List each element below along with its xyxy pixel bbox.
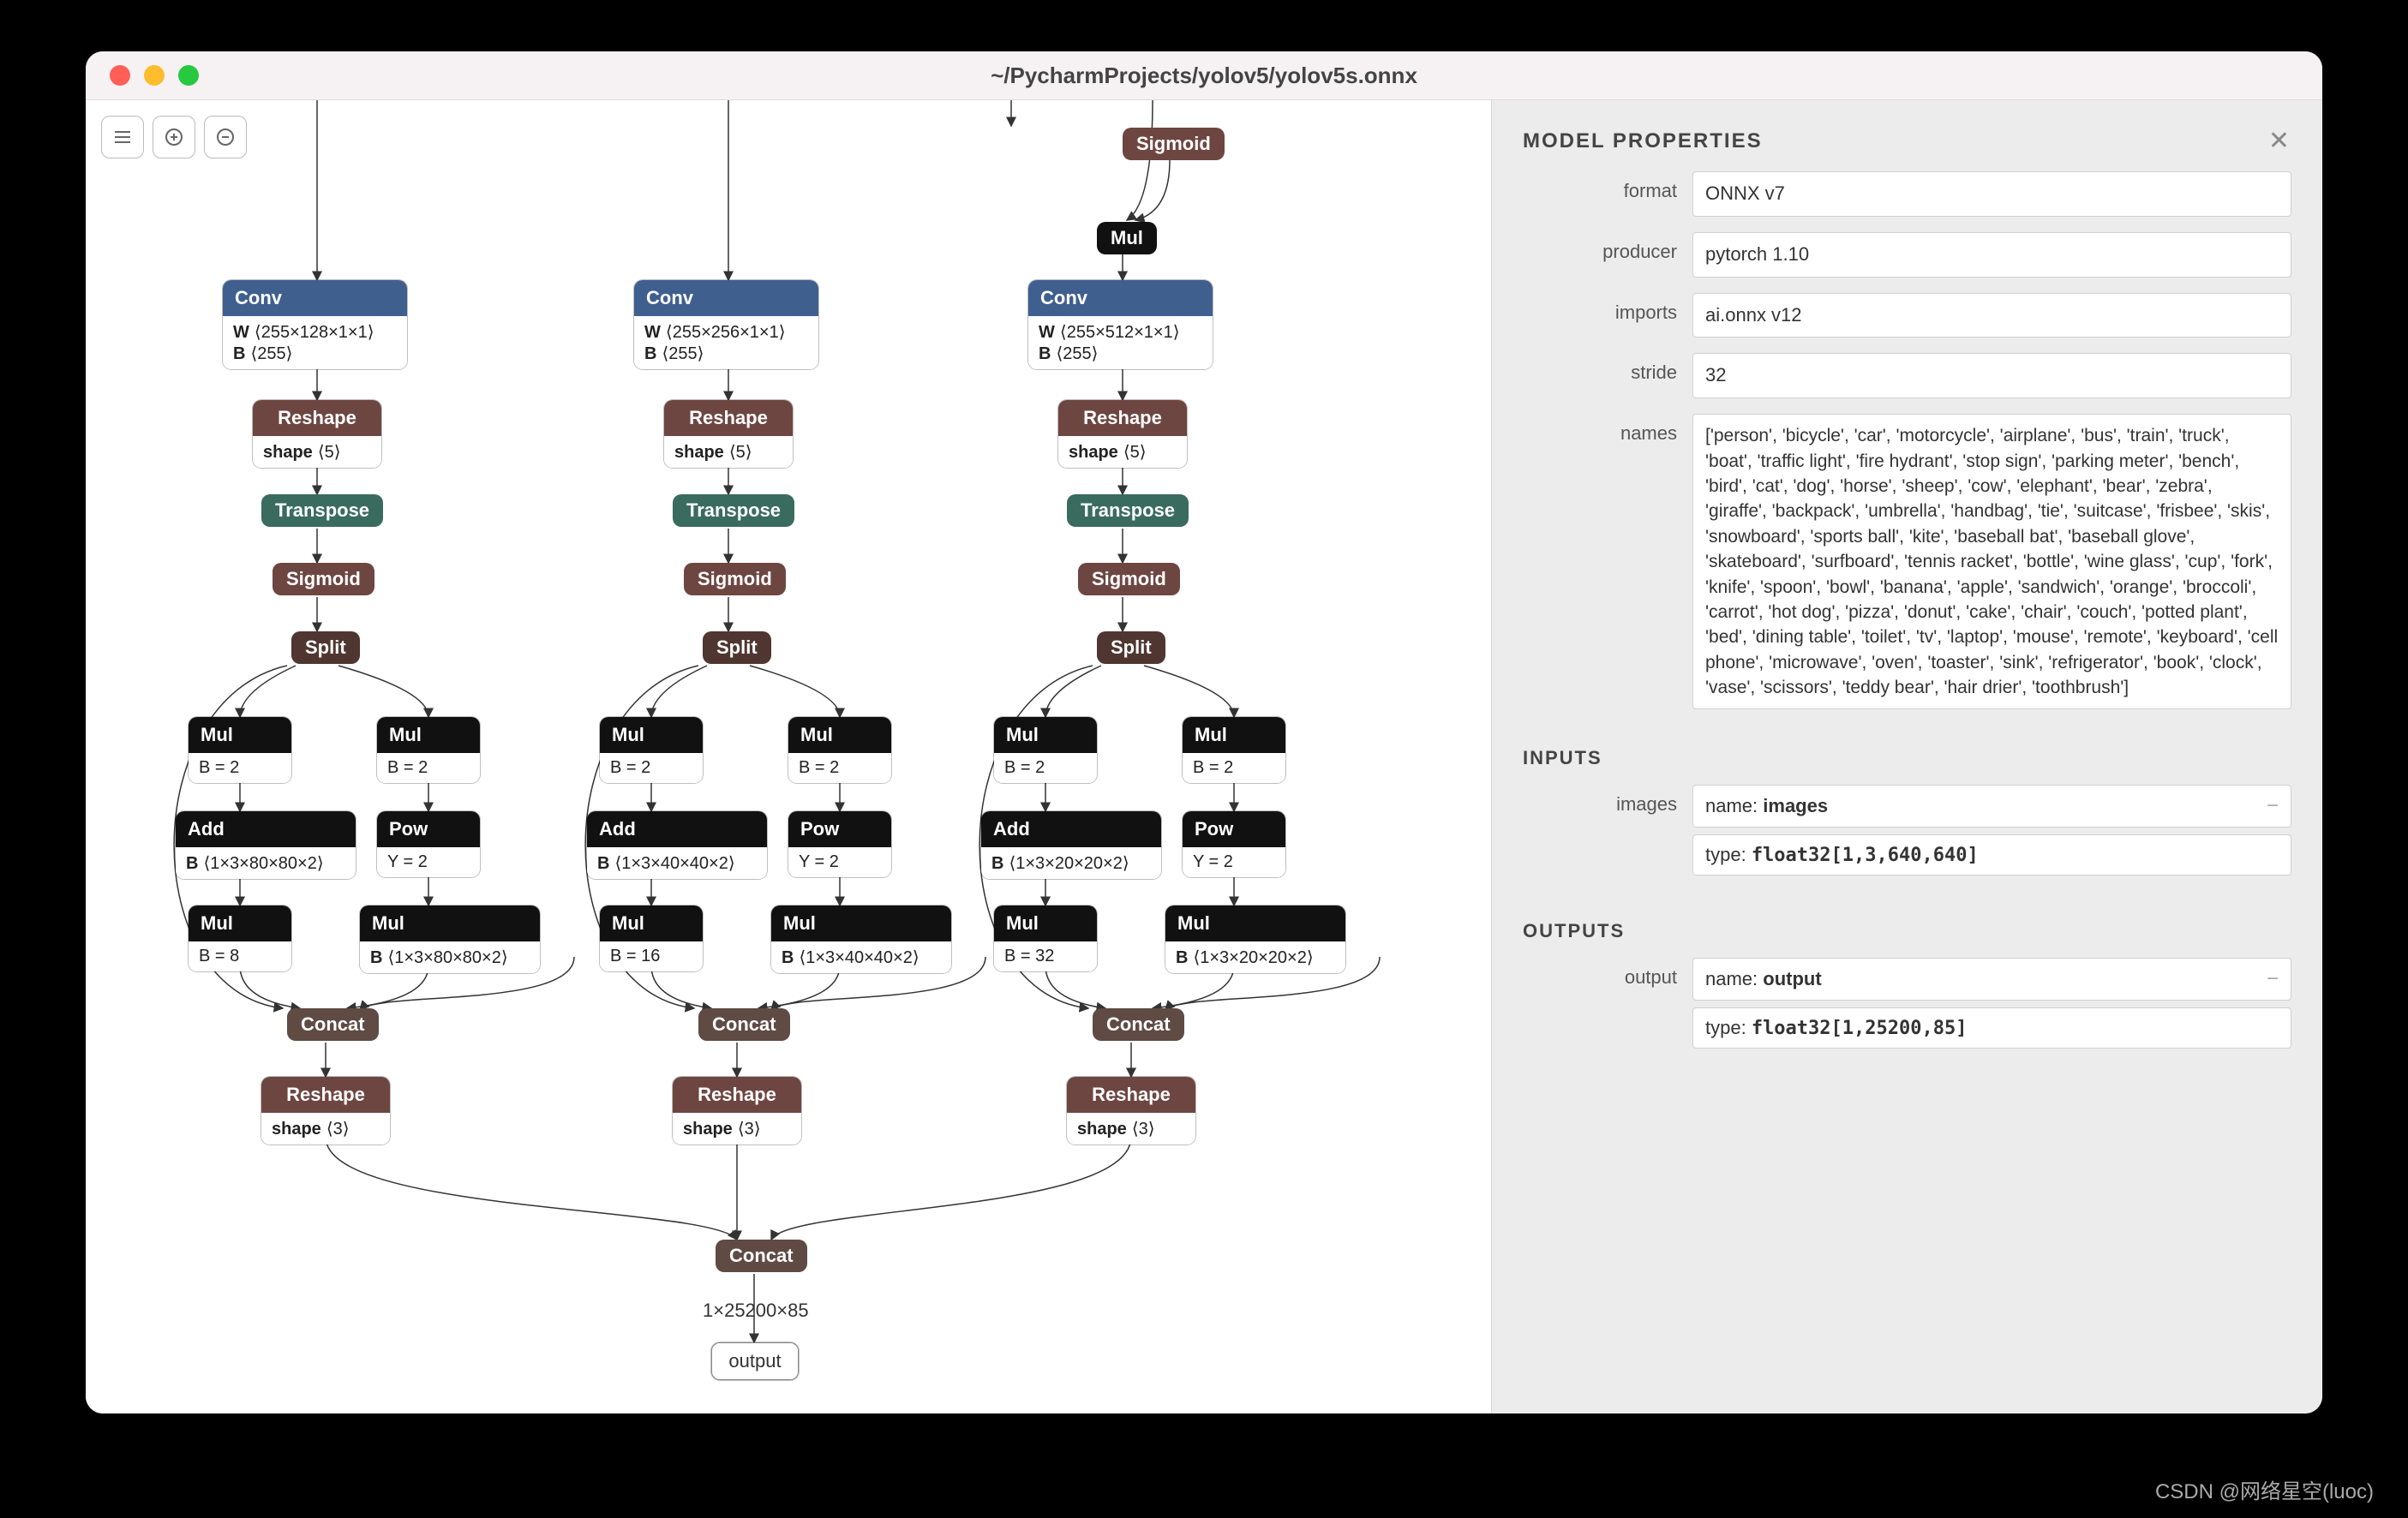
- zoom-in-button[interactable]: [153, 116, 195, 158]
- node-concat[interactable]: Concat: [698, 1008, 790, 1041]
- prop-label: format: [1523, 171, 1692, 202]
- node-concat-final[interactable]: Concat: [716, 1240, 807, 1272]
- node-mul[interactable]: MulB⟨1×3×40×40×2⟩: [771, 905, 951, 973]
- node-conv[interactable]: Conv W⟨255×128×1×1⟩B⟨255⟩: [223, 280, 407, 369]
- node-sigmoid[interactable]: Sigmoid: [1123, 128, 1225, 160]
- node-transpose[interactable]: Transpose: [673, 494, 794, 527]
- node-conv[interactable]: Conv W⟨255×512×1×1⟩B⟨255⟩: [1028, 280, 1213, 369]
- prop-label: imports: [1523, 293, 1692, 324]
- input-type-row: type: float32[1,3,640,640]: [1692, 834, 2291, 876]
- node-split[interactable]: Split: [1097, 631, 1165, 664]
- node-mul[interactable]: MulB⟨1×3×80×80×2⟩: [360, 905, 540, 973]
- node-reshape[interactable]: Reshapeshape⟨3⟩: [1067, 1077, 1195, 1144]
- node-mul[interactable]: MulB = 2: [1183, 717, 1285, 783]
- node-mul[interactable]: MulB = 16: [600, 905, 703, 971]
- inputs-heading: INPUTS: [1523, 747, 2291, 769]
- prop-value: 32: [1692, 353, 2291, 398]
- prop-label: names: [1523, 414, 1692, 445]
- node-pow[interactable]: PowY = 2: [1183, 811, 1285, 877]
- node-pow[interactable]: PowY = 2: [788, 811, 891, 877]
- minus-icon: −: [2267, 967, 2279, 991]
- zoom-out-button[interactable]: [204, 116, 247, 158]
- node-reshape[interactable]: Reshapeshape⟨3⟩: [673, 1077, 801, 1144]
- close-panel-button[interactable]: ✕: [2268, 126, 2291, 156]
- node-mul[interactable]: MulB = 2: [788, 717, 891, 783]
- output-label: output: [1523, 958, 1692, 989]
- node-reshape[interactable]: Reshapeshape⟨5⟩: [664, 400, 793, 468]
- node-add[interactable]: AddB⟨1×3×80×80×2⟩: [176, 811, 356, 879]
- node-output[interactable]: output: [711, 1342, 799, 1380]
- menu-icon: [112, 127, 133, 147]
- node-sigmoid[interactable]: Sigmoid: [273, 563, 374, 595]
- prop-label: producer: [1523, 232, 1692, 263]
- node-mul[interactable]: Mul: [1097, 222, 1157, 254]
- node-split[interactable]: Split: [291, 631, 360, 664]
- canvas-toolbar: [101, 116, 247, 158]
- input-name-row[interactable]: name: images−: [1692, 785, 2291, 828]
- node-reshape[interactable]: Reshapeshape⟨3⟩: [261, 1077, 390, 1144]
- panel-title: MODEL PROPERTIES: [1523, 129, 1763, 153]
- node-reshape[interactable]: Reshapeshape⟨5⟩: [1058, 400, 1187, 468]
- node-split[interactable]: Split: [703, 631, 771, 664]
- node-transpose[interactable]: Transpose: [1067, 494, 1189, 527]
- minus-icon: −: [2267, 794, 2279, 818]
- graph-canvas[interactable]: Sigmoid Mul Conv W⟨255×128×1×1⟩B⟨255⟩ Co…: [86, 100, 1491, 1413]
- node-sigmoid[interactable]: Sigmoid: [1078, 563, 1180, 595]
- zoom-out-icon: [215, 127, 236, 147]
- node-mul[interactable]: MulB = 2: [600, 717, 703, 783]
- node-add[interactable]: AddB⟨1×3×20×20×2⟩: [981, 811, 1161, 879]
- node-pow[interactable]: PowY = 2: [377, 811, 480, 877]
- output-type-row: type: float32[1,25200,85]: [1692, 1007, 2291, 1049]
- output-name-row[interactable]: name: output−: [1692, 958, 2291, 1001]
- input-label: images: [1523, 785, 1692, 816]
- node-add[interactable]: AddB⟨1×3×40×40×2⟩: [587, 811, 767, 879]
- app-window: ~/PycharmProjects/yolov5/yolov5s.onnx: [86, 51, 2322, 1413]
- node-conv[interactable]: Conv W⟨255×256×1×1⟩B⟨255⟩: [634, 280, 818, 369]
- node-mul[interactable]: MulB = 8: [189, 905, 291, 971]
- prop-value: ONNX v7: [1692, 171, 2291, 217]
- titlebar: ~/PycharmProjects/yolov5/yolov5s.onnx: [86, 51, 2322, 100]
- zoom-in-icon: [164, 127, 184, 147]
- menu-button[interactable]: [101, 116, 144, 158]
- prop-value: ai.onnx v12: [1692, 293, 2291, 338]
- node-mul[interactable]: MulB⟨1×3×20×20×2⟩: [1165, 905, 1345, 973]
- node-mul[interactable]: MulB = 32: [994, 905, 1097, 971]
- properties-panel: MODEL PROPERTIES ✕ formatONNX v7 produce…: [1491, 100, 2322, 1413]
- node-transpose[interactable]: Transpose: [261, 494, 383, 527]
- prop-value-names: ['person', 'bicycle', 'car', 'motorcycle…: [1692, 414, 2291, 709]
- node-concat[interactable]: Concat: [287, 1008, 379, 1041]
- prop-value: pytorch 1.10: [1692, 232, 2291, 278]
- node-mul[interactable]: MulB = 2: [377, 717, 480, 783]
- prop-label: stride: [1523, 353, 1692, 384]
- outputs-heading: OUTPUTS: [1523, 920, 2291, 942]
- node-mul[interactable]: MulB = 2: [994, 717, 1097, 783]
- watermark: CSDN @网络星空(luoc): [2155, 1474, 2374, 1504]
- window-title: ~/PycharmProjects/yolov5/yolov5s.onnx: [86, 63, 2322, 89]
- tensor-shape-label: 1×25200×85: [703, 1300, 809, 1322]
- node-sigmoid[interactable]: Sigmoid: [684, 563, 786, 595]
- node-mul[interactable]: MulB = 2: [189, 717, 291, 783]
- node-concat[interactable]: Concat: [1093, 1008, 1184, 1041]
- node-reshape[interactable]: Reshapeshape⟨5⟩: [253, 400, 381, 468]
